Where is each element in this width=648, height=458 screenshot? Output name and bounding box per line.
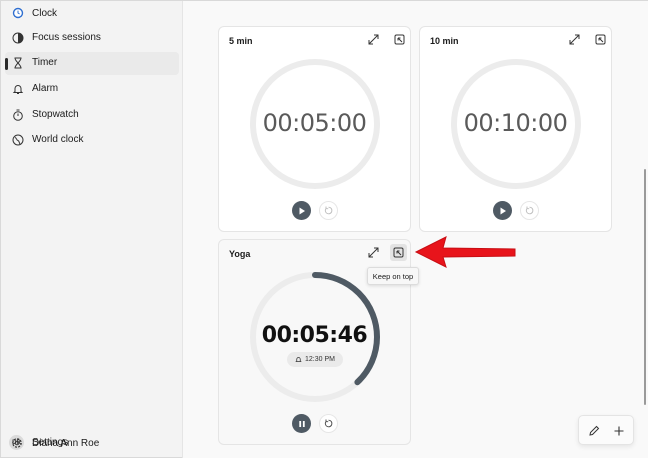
sidebar-item-world-clock[interactable]: World clock (5, 129, 179, 152)
play-button[interactable] (292, 201, 311, 220)
expand-button[interactable] (566, 31, 583, 48)
settings-button[interactable]: Settings (5, 433, 179, 453)
sidebar-item-focus-sessions[interactable]: Focus sessions (5, 27, 179, 50)
bell-icon (295, 357, 302, 362)
timer-time: 00:05:46 (261, 323, 368, 348)
sidebar-item-alarm[interactable]: Alarm (5, 78, 179, 101)
expand-icon (569, 34, 580, 45)
settings-label: Settings (32, 437, 69, 448)
timer-time: 00:10:00 (463, 109, 568, 137)
reset-button[interactable] (520, 201, 539, 220)
sidebar-item-label: Timer (32, 57, 58, 68)
sidebar-item-label: Alarm (32, 83, 59, 94)
sidebar-item-label: Focus sessions (32, 32, 101, 43)
sidebar-item-stopwatch[interactable]: Stopwatch (5, 104, 179, 127)
clock-window: Clock Focus sessions Timer Alarm Stopwat… (0, 0, 648, 458)
annotation-arrow (414, 236, 516, 268)
add-timer-button[interactable] (611, 423, 627, 439)
keep-on-top-icon (394, 34, 405, 45)
app-title: Clock (32, 8, 58, 19)
pause-icon (298, 420, 305, 427)
keep-on-top-tooltip: Keep on top (367, 267, 419, 285)
scrollbar[interactable] (644, 169, 646, 405)
navigation-sidebar: Focus sessions Timer Alarm Stopwatch Wor… (1, 27, 182, 457)
reset-button[interactable] (319, 201, 338, 220)
stopwatch-icon (11, 108, 25, 122)
bell-icon (11, 82, 25, 96)
reset-icon (324, 206, 333, 215)
sidebar-item-label: Stopwatch (32, 109, 79, 120)
timer-actions-bar (578, 415, 634, 445)
hourglass-icon (11, 56, 25, 70)
play-icon (500, 207, 506, 214)
end-time-badge: 12:30 PM (287, 352, 343, 367)
plus-icon (614, 426, 624, 436)
globe-icon (11, 133, 25, 147)
expand-button[interactable] (365, 244, 382, 261)
reset-icon (525, 206, 534, 215)
expand-button[interactable] (365, 31, 382, 48)
timer-title: 10 min (430, 36, 459, 46)
timer-title: 5 min (229, 36, 253, 46)
keep-on-top-button[interactable] (390, 244, 407, 261)
play-icon (299, 207, 305, 214)
keep-on-top-button[interactable] (592, 31, 609, 48)
clock-app-icon (12, 7, 24, 19)
keep-on-top-icon (393, 247, 404, 258)
play-button[interactable] (493, 201, 512, 220)
sidebar-item-timer[interactable]: Timer (5, 52, 179, 75)
pause-button[interactable] (292, 414, 311, 433)
end-time: 12:30 PM (305, 356, 335, 363)
pencil-icon (589, 425, 600, 436)
reset-icon (324, 419, 333, 428)
expand-icon (368, 247, 379, 258)
reset-button[interactable] (319, 414, 338, 433)
timer-card-10-min[interactable]: 10 min 00:10:00 (419, 26, 612, 232)
gear-icon (11, 436, 23, 454)
keep-on-top-icon (595, 34, 606, 45)
keep-on-top-button[interactable] (391, 31, 408, 48)
timer-card-5-min[interactable]: 5 min 00:05:00 (218, 26, 411, 232)
edit-timers-button[interactable] (586, 423, 602, 439)
sidebar-item-label: World clock (32, 134, 84, 145)
focus-icon (11, 31, 25, 45)
timer-time: 00:05:00 (262, 109, 367, 137)
active-indicator (5, 58, 8, 70)
timer-title: Yoga (229, 249, 251, 259)
expand-icon (368, 34, 379, 45)
